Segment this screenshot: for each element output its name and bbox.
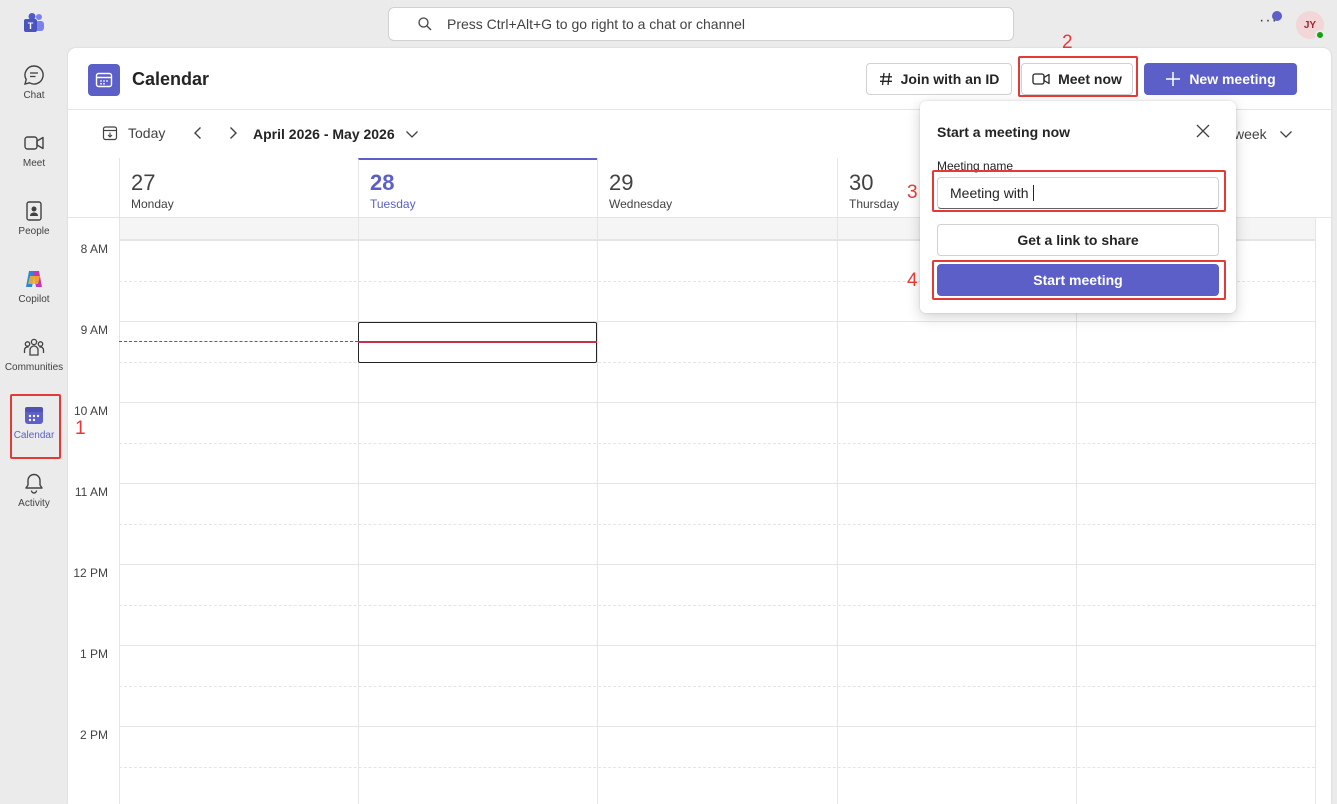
rail-label: People (18, 226, 50, 237)
hash-icon (879, 72, 892, 86)
hour-label: 9 AM (80, 323, 108, 337)
search-placeholder: Press Ctrl+Alt+G to go right to a chat o… (447, 16, 746, 32)
day-header-today[interactable]: 28 Tuesday (358, 158, 597, 218)
hour-line (119, 726, 1315, 727)
svg-text:T: T (28, 21, 34, 31)
hour-label: 2 PM (79, 728, 108, 742)
rail-label: Copilot (18, 294, 50, 305)
presence-available-icon (1315, 30, 1325, 40)
hour-line (119, 645, 1315, 646)
annotation-step-2: 2 (1062, 32, 1073, 53)
today-label: Today (128, 125, 166, 141)
half-hour-line (119, 605, 1315, 606)
people-icon (26, 201, 42, 221)
annotation-box-calendar (10, 394, 61, 459)
popup-title: Start a meeting now (937, 124, 1071, 140)
column-divider (837, 218, 838, 804)
half-hour-line (119, 767, 1315, 768)
communities-icon (23, 338, 45, 356)
join-with-id-button[interactable]: Join with an ID (866, 63, 1012, 95)
hour-line (119, 564, 1315, 565)
view-label: week (1234, 126, 1267, 142)
bell-icon (25, 473, 43, 494)
hour-label: 12 PM (73, 566, 108, 580)
rail-item-communities[interactable]: Communities (0, 330, 68, 390)
rail-item-copilot[interactable]: Copilot (0, 262, 68, 322)
annotation-box-meeting-name (932, 170, 1226, 212)
hour-label: 10 AM (73, 404, 108, 418)
day-name: Monday (131, 197, 174, 211)
rail-label: Meet (22, 158, 46, 169)
rail-label: Communities (4, 362, 64, 373)
half-hour-line (119, 362, 1315, 363)
hour-label: 8 AM (80, 242, 108, 256)
get-link-label: Get a link to share (1017, 232, 1139, 248)
annotation-box-start-meeting (932, 260, 1226, 300)
column-divider (119, 218, 120, 804)
hour-line (119, 402, 1315, 403)
half-hour-line (119, 443, 1315, 444)
hour-label: 1 PM (79, 647, 108, 661)
rail-item-activity[interactable]: Activity (0, 466, 68, 526)
page-title: Calendar (132, 69, 210, 89)
chat-icon (24, 65, 44, 85)
search-bar[interactable]: Press Ctrl+Alt+G to go right to a chat o… (388, 7, 1014, 41)
day-header[interactable]: 29 Wednesday (597, 158, 837, 218)
hour-line (119, 483, 1315, 484)
rail-label: Activity (18, 498, 50, 509)
chevron-left-icon[interactable] (191, 126, 205, 140)
hour-label: 11 AM (74, 485, 108, 499)
get-link-button[interactable]: Get a link to share (937, 224, 1219, 256)
chevron-down-icon (1279, 131, 1292, 138)
half-hour-line (119, 686, 1315, 687)
rail-item-meet[interactable]: Meet (0, 126, 68, 186)
rail-label: Chat (23, 90, 45, 101)
today-button[interactable]: Today (102, 125, 165, 141)
day-name: Wednesday (609, 197, 673, 211)
plus-icon (1166, 72, 1181, 86)
half-hour-line (119, 524, 1315, 525)
annotation-box-meet-now (1018, 56, 1138, 97)
column-divider (1315, 218, 1316, 804)
date-range-label: April 2026 - May 2026 (253, 126, 395, 142)
annotation-step-3: 3 (907, 182, 918, 203)
annotation-step-4: 4 (907, 270, 918, 291)
chevron-right-icon[interactable] (226, 126, 240, 140)
current-time-indicator (358, 341, 597, 343)
hour-line (119, 321, 1315, 322)
teams-logo-icon[interactable]: T (22, 12, 46, 36)
date-range-picker[interactable]: April 2026 - May 2026 (253, 126, 419, 142)
calendar-today-icon (102, 126, 118, 141)
day-header[interactable]: 27 Monday (119, 158, 358, 218)
rail-item-chat[interactable]: Chat (0, 58, 68, 118)
top-bar: T Press Ctrl+Alt+G to go right to a chat… (0, 0, 1337, 48)
calendar-app-icon (88, 64, 120, 96)
column-divider (358, 218, 359, 804)
copilot-icon (26, 271, 42, 287)
column-divider (597, 218, 598, 804)
day-number: 28 (370, 170, 395, 195)
annotation-step-1: 1 (75, 418, 86, 439)
new-meeting-button[interactable]: New meeting (1144, 63, 1297, 95)
day-number: 29 (609, 170, 634, 195)
current-time-indicator-past (119, 341, 358, 342)
day-name: Tuesday (370, 197, 416, 211)
view-selector[interactable]: week (1234, 126, 1293, 142)
day-number: 27 (131, 170, 156, 195)
new-meeting-label: New meeting (1189, 71, 1276, 87)
chevron-down-icon (405, 131, 418, 138)
notification-dot (1272, 11, 1282, 21)
rail-item-people[interactable]: People (0, 194, 68, 254)
join-with-id-label: Join with an ID (900, 71, 1000, 87)
video-icon (24, 136, 44, 150)
close-icon[interactable] (1195, 123, 1211, 139)
search-icon (418, 17, 432, 31)
